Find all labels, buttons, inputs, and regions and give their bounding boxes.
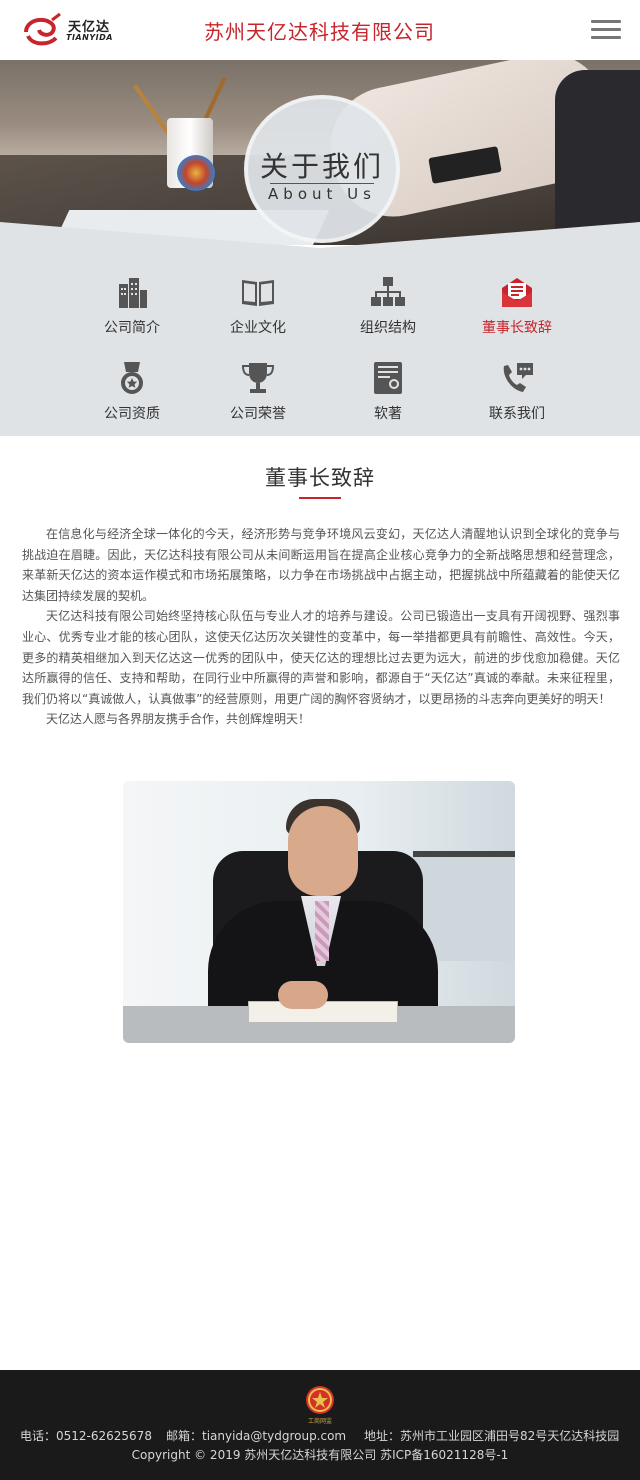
nav-item-contact[interactable]: 联系我们	[462, 360, 572, 430]
nav-item-label: 软著	[374, 406, 402, 422]
letter-icon	[502, 278, 532, 307]
banner-pencil	[133, 84, 171, 136]
emblem-caption: 工商网监	[307, 1418, 332, 1425]
article-paragraph: 在信息化与经济全球一体化的今天，经济形势与竞争环境风云变幻，天亿达人清醒地认识到…	[22, 527, 620, 603]
banner-suit	[555, 70, 640, 240]
banner-rubber-band-ball	[177, 155, 215, 191]
company-name: 苏州天亿达科技有限公司	[204, 20, 435, 44]
phone-chat-icon	[503, 363, 533, 392]
article-body: 在信息化与经济全球一体化的今天，经济形势与竞争环境风云变幻，天亿达人清醒地认识到…	[22, 524, 620, 730]
nav-item-qualifications[interactable]: 公司资质	[77, 360, 187, 430]
nav-item-company-intro[interactable]: 公司简介	[77, 274, 187, 344]
banner-title-en: About Us	[268, 185, 376, 203]
banner-title-cn: 关于我们	[259, 150, 384, 183]
article-paragraph: 天亿达人愿与各界朋友携手合作，共创辉煌明天！	[46, 712, 311, 727]
footer-address: 地址：苏州市工业园区浦田号82号天亿达科技园	[364, 1429, 620, 1443]
logo-mark-icon	[24, 12, 61, 46]
trophy-icon	[241, 363, 275, 393]
nav-item-culture[interactable]: 企业文化	[203, 274, 313, 344]
banner-title-divider	[270, 183, 374, 184]
hamburger-menu-icon[interactable]	[591, 20, 621, 40]
org-chart-icon	[371, 277, 405, 306]
footer-phone: 电话：0512-62625678	[20, 1429, 152, 1443]
about-nav: 公司简介 企业文化 组织结构 董事长致辞 公司资质 公司荣誉 软著 联系我们	[0, 222, 640, 436]
nav-item-label: 联系我们	[489, 406, 545, 422]
nav-item-label: 组织结构	[360, 320, 416, 336]
page-title: 董事长致辞	[265, 466, 375, 490]
site-footer: 工商网监 电话：0512-62625678 邮箱：tianyida@tydgro…	[0, 1370, 640, 1480]
chairman-photo	[123, 781, 515, 1043]
book-icon	[242, 280, 274, 306]
nav-item-label: 企业文化	[230, 320, 286, 336]
nav-item-chairman-speech[interactable]: 董事长致辞	[462, 274, 572, 344]
nav-item-software-copyright[interactable]: 软著	[333, 360, 443, 430]
building-icon	[119, 278, 147, 308]
banner-title-circle: 关于我们 About Us	[244, 95, 400, 243]
nav-item-label: 公司荣誉	[230, 406, 286, 422]
article-paragraph: 天亿达科技有限公司始终坚持核心队伍与专业人才的培养与建设。公司已锻造出一支具有开…	[22, 609, 620, 706]
business-supervision-emblem-icon[interactable]	[304, 1384, 336, 1416]
nav-item-honors[interactable]: 公司荣誉	[203, 360, 313, 430]
footer-email[interactable]: 邮箱：tianyida@tydgroup.com	[166, 1427, 346, 1444]
footer-copyright: Copyright © 2019 苏州天亿达科技有限公司 苏ICP备160211…	[131, 1448, 509, 1462]
nav-item-label: 公司简介	[104, 320, 160, 336]
logo-text-en: TIANYIDA	[66, 33, 113, 42]
title-underline	[299, 497, 341, 499]
site-header: 天亿达 TIANYIDA 苏州天亿达科技有限公司	[0, 0, 640, 60]
medal-icon	[121, 362, 143, 394]
certificate-icon	[374, 362, 402, 394]
company-logo[interactable]: 天亿达 TIANYIDA	[22, 12, 114, 48]
nav-item-org-structure[interactable]: 组织结构	[333, 274, 443, 344]
nav-item-label: 公司资质	[104, 406, 160, 422]
nav-item-label: 董事长致辞	[482, 320, 552, 336]
